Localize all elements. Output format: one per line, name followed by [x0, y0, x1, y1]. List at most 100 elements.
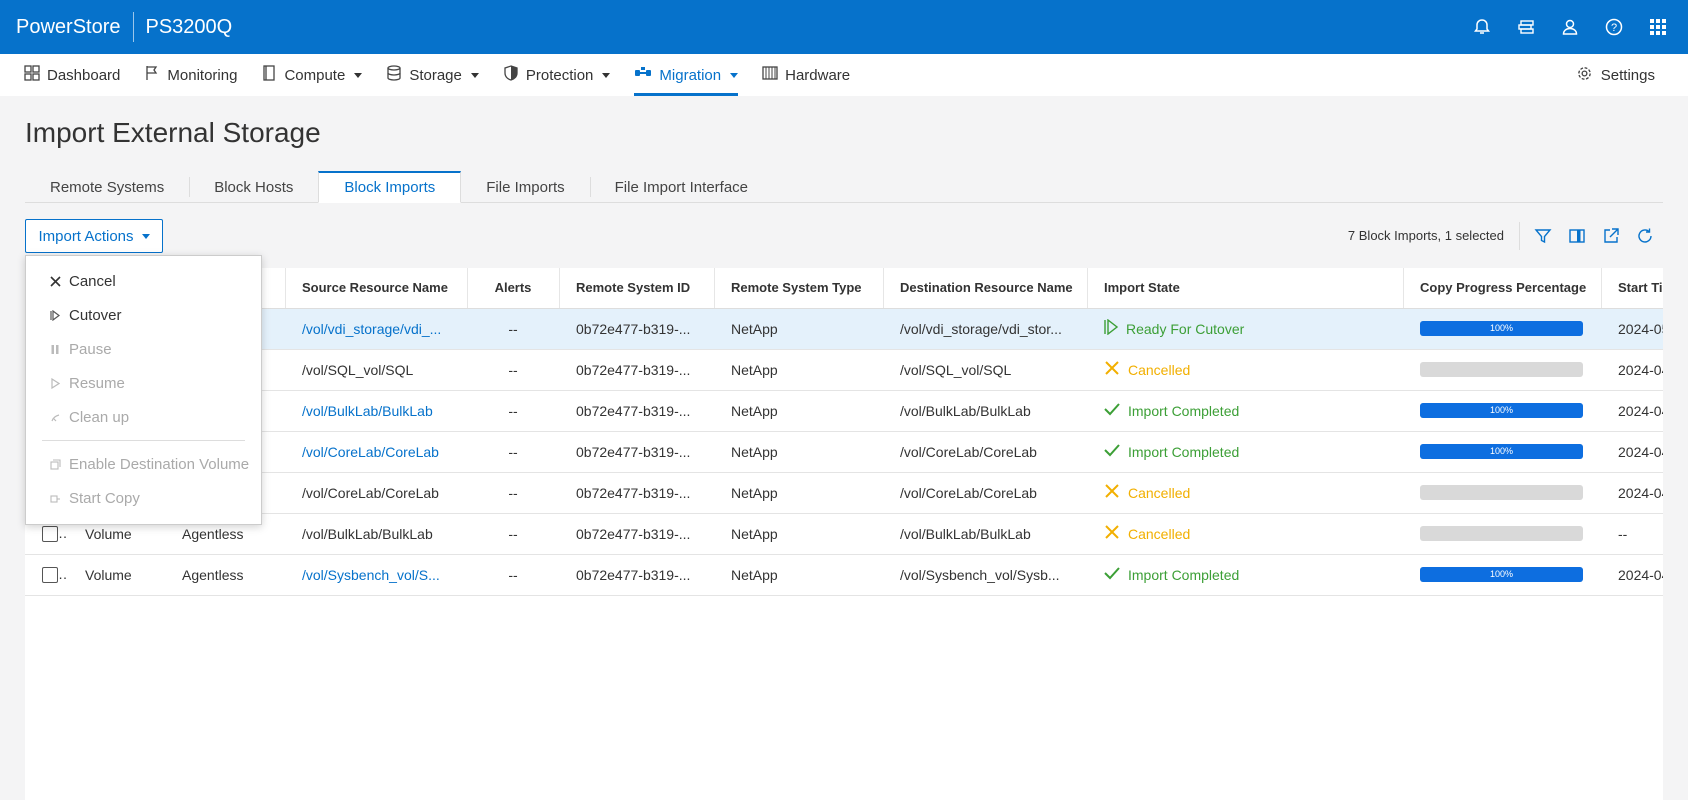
row-source-link[interactable]: /vol/Sysbench_vol/S...: [285, 554, 467, 596]
tab-block-hosts[interactable]: Block Hosts: [189, 171, 318, 203]
tab-file-import-interface[interactable]: File Import Interface: [589, 171, 773, 203]
table-row[interactable]: Volume Agentless /vol/Sysbench_vol/S... …: [25, 554, 1663, 596]
filter-icon[interactable]: [1533, 224, 1553, 248]
table-row[interactable]: Volume Agentless /vol/CoreLab/CoreLab --…: [25, 472, 1663, 514]
migration-icon: [634, 65, 652, 85]
tab-file-imports[interactable]: File Imports: [461, 171, 589, 203]
row-mode: Agentless: [165, 554, 285, 596]
row-alerts: --: [467, 349, 559, 391]
table-row[interactable]: Volume Agentless /vol/SQL_vol/SQL -- 0b7…: [25, 349, 1663, 391]
progress-bar: 100%: [1420, 403, 1583, 418]
row-source-link[interactable]: /vol/BulkLab/BulkLab: [285, 390, 467, 432]
menu-item-cancel[interactable]: Cancel: [26, 264, 261, 298]
progress-label: 100%: [1489, 446, 1514, 456]
table-row[interactable]: Volume Agentless /vol/BulkLab/BulkLab --…: [25, 390, 1663, 432]
jobs-icon[interactable]: [1514, 15, 1538, 39]
table-row[interactable]: Volume Agentless /vol/vdi_storage/vdi_..…: [25, 308, 1663, 350]
columns-icon[interactable]: [1567, 224, 1587, 248]
chevron-down-icon: [354, 72, 363, 78]
export-icon[interactable]: [1601, 224, 1621, 248]
menu-item-label: Resume: [69, 374, 125, 392]
flag-icon: [144, 65, 160, 85]
menu-item-start-copy[interactable]: Start Copy: [26, 481, 261, 515]
user-icon[interactable]: [1558, 15, 1582, 39]
row-alerts: --: [467, 554, 559, 596]
header-import-state[interactable]: Import State: [1087, 268, 1403, 309]
nav-migration[interactable]: Migration: [634, 54, 739, 96]
row-remote-type: NetApp: [714, 431, 883, 473]
nav-hardware[interactable]: Hardware: [762, 54, 850, 96]
nav-monitoring[interactable]: Monitoring: [144, 54, 237, 96]
play-outline-icon: [1104, 318, 1119, 338]
brand-name: PowerStore: [16, 15, 121, 38]
help-icon[interactable]: ?: [1602, 15, 1626, 39]
row-import-state: Import Completed: [1128, 443, 1240, 460]
table-row[interactable]: Volume Agentless /vol/BulkLab/BulkLab --…: [25, 513, 1663, 555]
menu-item-pause[interactable]: Pause: [26, 332, 261, 366]
main-nav: Dashboard Monitoring Compute Storage Pro…: [0, 54, 1688, 96]
header-alerts[interactable]: Alerts: [467, 268, 559, 309]
bell-icon[interactable]: [1470, 15, 1494, 39]
block-imports-table: Source Resource Name Alerts Remote Syste…: [25, 268, 1663, 800]
row-alerts: --: [467, 513, 559, 555]
header-source[interactable]: Source Resource Name: [285, 268, 467, 309]
progress-bar: 100%: [1420, 444, 1583, 459]
nav-protection-label: Protection: [525, 66, 594, 84]
tab-remote-systems[interactable]: Remote Systems: [25, 171, 189, 203]
header-start-time[interactable]: Start Time: [1601, 268, 1663, 309]
menu-item-cutover[interactable]: Cutover: [26, 298, 261, 332]
chevron-down-icon: [470, 72, 479, 78]
chevron-down-icon: [730, 72, 739, 78]
nav-protection[interactable]: Protection: [503, 54, 611, 96]
check-icon: [1104, 443, 1120, 460]
row-start-time: 2024-04-1: [1601, 390, 1663, 432]
refresh-icon[interactable]: [1635, 224, 1655, 248]
header-remote-type[interactable]: Remote System Type: [714, 268, 883, 309]
nav-compute[interactable]: Compute: [261, 54, 363, 96]
row-checkbox[interactable]: [42, 526, 58, 543]
row-source-link[interactable]: /vol/vdi_storage/vdi_...: [285, 308, 467, 350]
apps-grid-icon[interactable]: [1646, 15, 1670, 39]
menu-item-enable-destination[interactable]: Enable Destination Volume: [26, 447, 261, 481]
nav-settings[interactable]: Settings: [1576, 54, 1655, 96]
header-destination[interactable]: Destination Resource Name: [883, 268, 1087, 309]
header-progress[interactable]: Copy Progress Percentage: [1403, 268, 1601, 309]
header-remote-id[interactable]: Remote System ID: [559, 268, 714, 309]
table-row[interactable]: Volume Agentless /vol/CoreLab/CoreLab --…: [25, 431, 1663, 473]
row-source: /vol/SQL_vol/SQL: [285, 349, 467, 391]
row-source: /vol/CoreLab/CoreLab: [285, 472, 467, 514]
nav-storage[interactable]: Storage: [386, 54, 479, 96]
progress-label: 100%: [1489, 569, 1514, 579]
row-alerts: --: [467, 308, 559, 350]
row-destination: /vol/BulkLab/BulkLab: [883, 390, 1087, 432]
row-remote-type: NetApp: [714, 554, 883, 596]
tab-block-imports[interactable]: Block Imports: [318, 171, 462, 203]
table-tools: [1533, 224, 1655, 248]
nav-dashboard-label: Dashboard: [47, 66, 121, 84]
row-import-state: Import Completed: [1128, 402, 1240, 419]
menu-item-cleanup[interactable]: Clean up: [26, 400, 261, 434]
chevron-down-icon: [602, 72, 611, 78]
row-alerts: --: [467, 431, 559, 473]
nav-compute-label: Compute: [284, 66, 346, 84]
row-source: /vol/BulkLab/BulkLab: [285, 513, 467, 555]
row-import-state: Cancelled: [1128, 361, 1191, 378]
cutover-icon: [49, 309, 61, 321]
row-remote-type: NetApp: [714, 472, 883, 514]
menu-item-resume[interactable]: Resume: [26, 366, 261, 400]
nav-dashboard[interactable]: Dashboard: [24, 54, 120, 96]
row-start-time: 2024-04-1: [1601, 554, 1663, 596]
nav-storage-label: Storage: [409, 66, 462, 84]
import-actions-button[interactable]: Import Actions: [25, 219, 163, 253]
row-alerts: --: [467, 472, 559, 514]
import-actions-label: Import Actions: [38, 227, 134, 245]
progress-label: 100%: [1489, 323, 1514, 333]
row-type: Volume: [68, 554, 165, 596]
row-source-link[interactable]: /vol/CoreLab/CoreLab: [285, 431, 467, 473]
row-checkbox[interactable]: [42, 567, 58, 584]
row-destination: /vol/vdi_storage/vdi_stor...: [883, 308, 1087, 350]
row-destination: /vol/Sysbench_vol/Sysb...: [883, 554, 1087, 596]
row-import-state: Import Completed: [1128, 566, 1240, 583]
close-icon: [49, 275, 61, 287]
svg-text:?: ?: [1611, 22, 1617, 34]
